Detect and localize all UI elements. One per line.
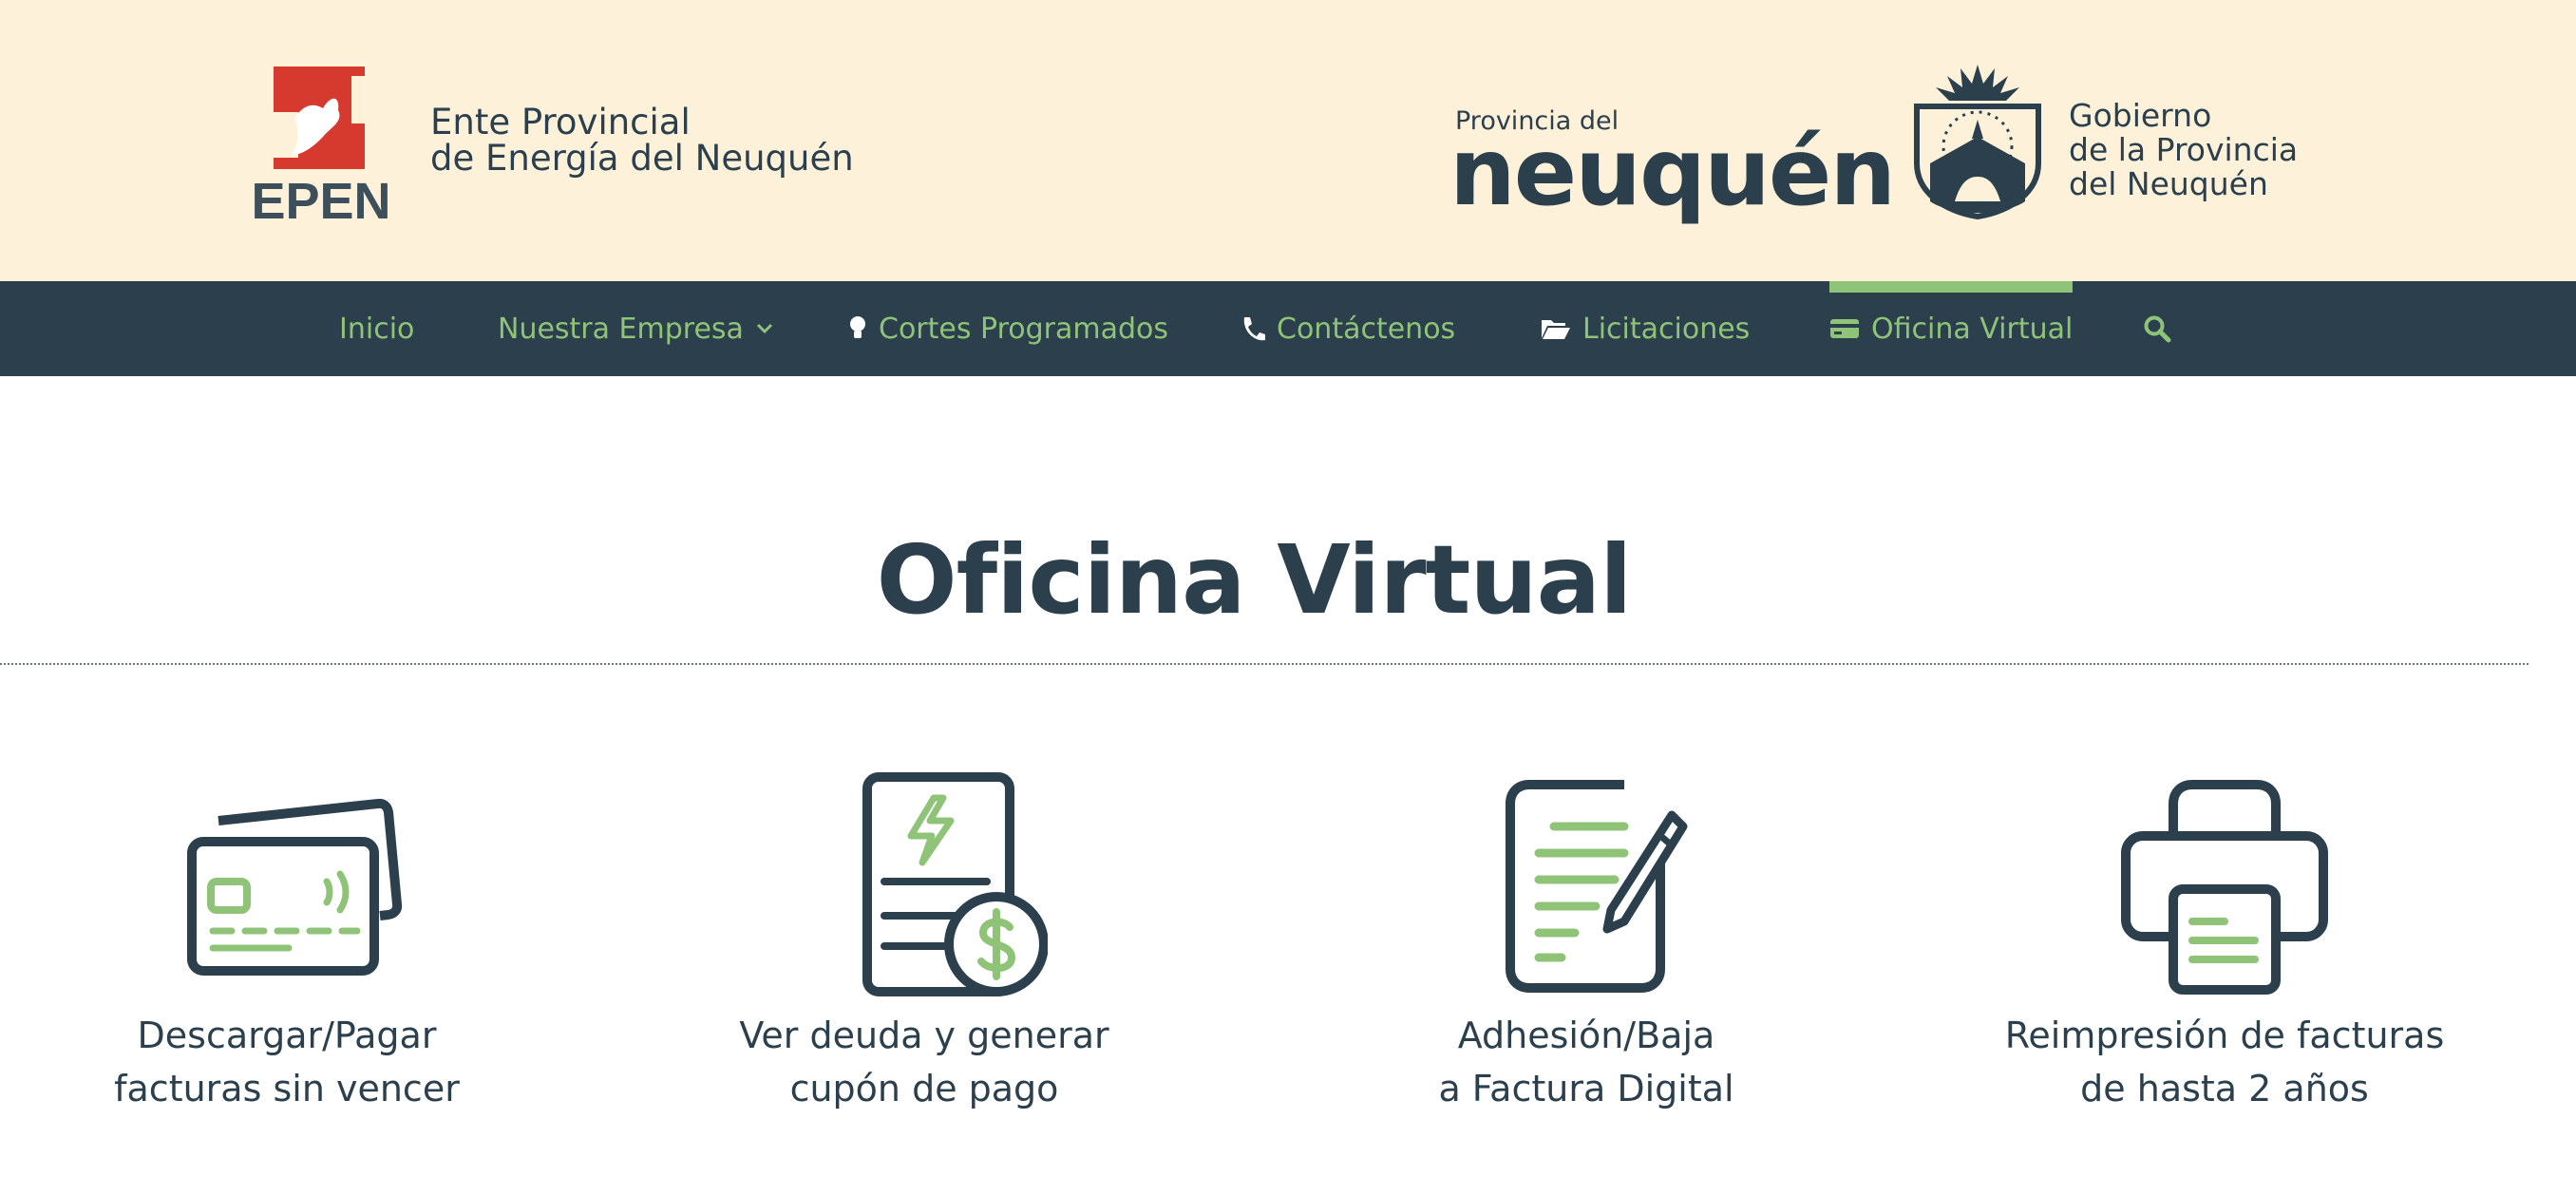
nav-item-contactenos[interactable]: Contáctenos (1241, 281, 1455, 376)
card-label-line2: de hasta 2 años (2080, 1068, 2369, 1110)
card-label-line2: cupón de pago (789, 1068, 1059, 1110)
card-label: Adhesión/Baja a Factura Digital (1339, 1009, 1833, 1115)
card-factura-digital[interactable]: Adhesión/Baja a Factura Digital (1339, 760, 1833, 1130)
nav-item-cortes-programados[interactable]: Cortes Programados (848, 281, 1168, 376)
nav-item-oficina-virtual[interactable]: Oficina Virtual (1829, 281, 2074, 376)
card-descargar-pagar[interactable]: Descargar/Pagar facturas sin vencer (40, 760, 534, 1130)
gobierno-line2: de la Provincia (2069, 131, 2299, 168)
title-divider (0, 663, 2529, 665)
credit-card-icon (1829, 317, 1860, 340)
card-label: Ver deuda y generar cupón de pago (677, 1009, 1171, 1115)
site-header: EPEN Ente Provincial de Energía del Neuq… (0, 0, 2576, 281)
card-label: Descargar/Pagar facturas sin vencer (40, 1009, 534, 1115)
provincia-neuquen-logo[interactable]: Provincia del neuquén (1449, 106, 1896, 220)
card-label-line2: a Factura Digital (1438, 1068, 1734, 1110)
neuquen-logo-wordmark: neuquén (1449, 119, 1896, 227)
card-label-line1: Descargar/Pagar (137, 1015, 437, 1056)
phone-icon (1241, 315, 1265, 342)
card-label-line1: Adhesión/Baja (1457, 1015, 1715, 1056)
epen-name-line2: de Energía del Neuquén (430, 138, 854, 179)
gobierno-name: Gobierno de la Provincia del Neuquén (2069, 99, 2298, 201)
page-title: Oficina Virtual (876, 524, 1633, 635)
nav-item-label: Contáctenos (1277, 312, 1456, 346)
card-reimpresion[interactable]: Reimpresión de facturas de hasta 2 años (1978, 760, 2472, 1130)
chevron-down-icon (755, 322, 774, 335)
gobierno-line3: del Neuquén (2069, 165, 2268, 202)
credit-cards-icon (187, 798, 403, 976)
epen-name: Ente Provincial de Energía del Neuquén (430, 104, 854, 177)
lightbulb-icon (848, 314, 867, 343)
card-label-line1: Ver deuda y generar (739, 1015, 1109, 1056)
card-label-line2: facturas sin vencer (114, 1068, 460, 1110)
epen-name-line1: Ente Provincial (430, 102, 691, 142)
document-pen-icon (1506, 780, 1688, 993)
main-nav: Inicio Nuestra Empresa Cortes Programado… (0, 281, 2576, 376)
nav-item-label: Oficina Virtual (1871, 312, 2074, 346)
card-label-line1: Reimpresión de facturas (2004, 1015, 2445, 1056)
search-icon (2143, 314, 2171, 343)
nav-item-nuestra-empresa[interactable]: Nuestra Empresa (498, 281, 774, 376)
nav-item-label: Nuestra Empresa (498, 312, 744, 346)
provincial-crest-icon[interactable] (1907, 59, 2048, 220)
nav-search-button[interactable] (2143, 281, 2171, 376)
nav-item-inicio[interactable]: Inicio (339, 281, 414, 376)
nav-item-label: Cortes Programados (879, 312, 1169, 346)
folder-open-icon (1541, 317, 1571, 340)
nav-item-label: Licitaciones (1582, 312, 1751, 346)
card-ver-deuda[interactable]: Ver deuda y generar cupón de pago (677, 760, 1171, 1130)
card-label: Reimpresión de facturas de hasta 2 años (1978, 1009, 2472, 1115)
nav-item-label: Inicio (339, 312, 415, 346)
gobierno-line1: Gobierno (2069, 97, 2212, 134)
invoice-dollar-icon (862, 772, 1048, 996)
nav-item-licitaciones[interactable]: Licitaciones (1541, 281, 1750, 376)
epen-logo[interactable]: EPEN (232, 66, 410, 224)
epen-wordmark: EPEN (251, 173, 390, 224)
printer-icon (2121, 780, 2328, 995)
